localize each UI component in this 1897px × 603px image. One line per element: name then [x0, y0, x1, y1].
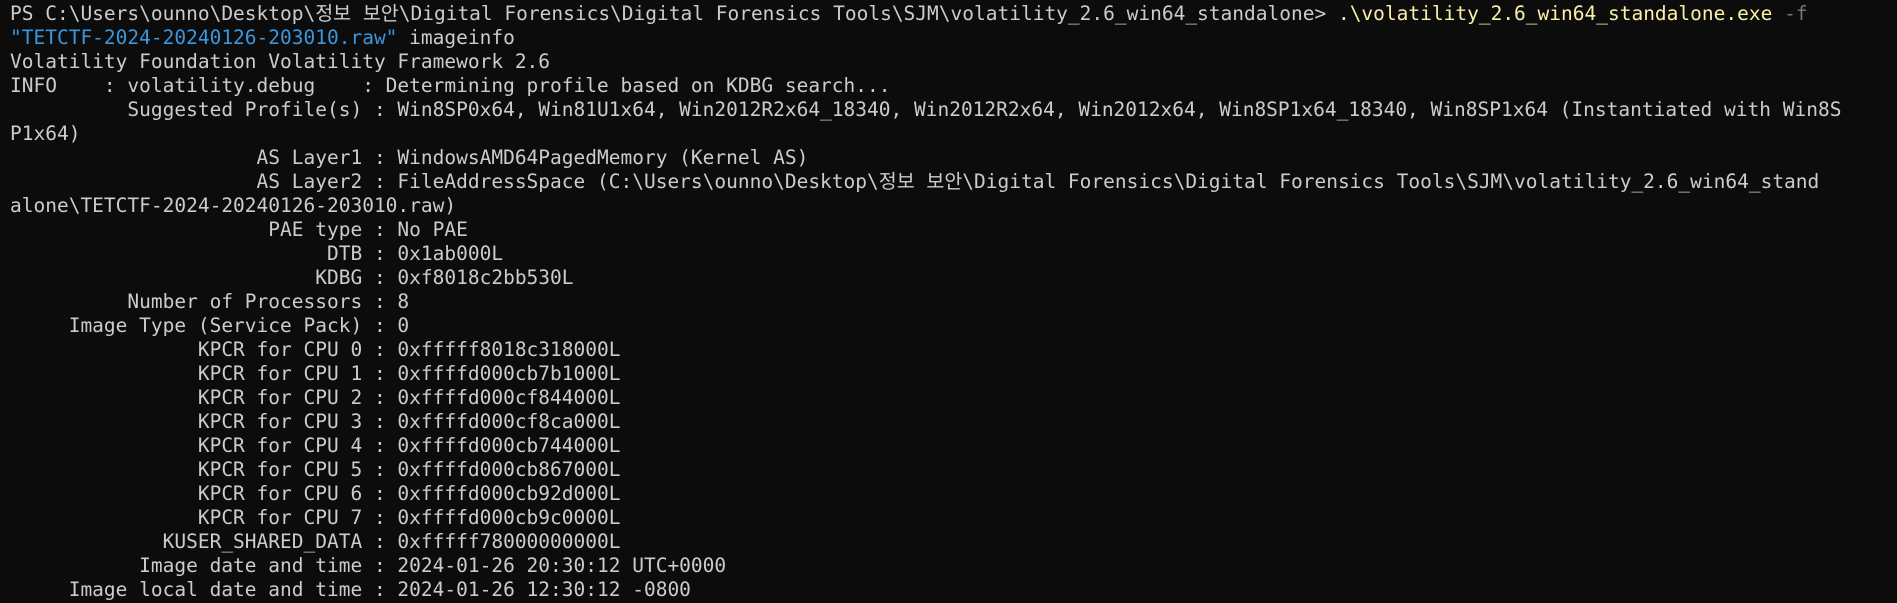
- output-line: KPCR for CPU 6 : 0xffffd000cb92d000L: [10, 482, 621, 505]
- output-line: INFO : volatility.debug : Determining pr…: [10, 74, 891, 97]
- output-line: alone\TETCTF-2024-20240126-203010.raw): [10, 194, 457, 217]
- command-plugin: imageinfo: [397, 26, 515, 49]
- output-line: Volatility Foundation Volatility Framewo…: [10, 50, 551, 73]
- output-line: KDBG : 0xf8018c2bb530L: [10, 266, 574, 289]
- output-line: AS Layer2 : FileAddressSpace (C:\Users\o…: [10, 170, 1820, 193]
- output-line: PAE type : No PAE: [10, 218, 468, 241]
- terminal-window[interactable]: PS C:\Users\ounno\Desktop\정보 보안\Digital …: [0, 0, 1897, 603]
- prompt-text: PS C:\Users\ounno\Desktop\정보 보안\Digital …: [10, 2, 1338, 25]
- output-line: P1x64): [10, 122, 81, 145]
- output-line: AS Layer1 : WindowsAMD64PagedMemory (Ker…: [10, 146, 809, 169]
- command-executable: .\volatility_2.6_win64_standalone.exe: [1337, 2, 1773, 25]
- output-line: KPCR for CPU 0 : 0xfffff8018c318000L: [10, 338, 621, 361]
- output-line: Image date and time : 2024-01-26 20:30:1…: [10, 554, 727, 577]
- output-line: KPCR for CPU 5 : 0xffffd000cb867000L: [10, 458, 621, 481]
- output-line: KPCR for CPU 3 : 0xffffd000cf8ca000L: [10, 410, 621, 433]
- output-line: KPCR for CPU 4 : 0xffffd000cb744000L: [10, 434, 621, 457]
- output-line: KPCR for CPU 1 : 0xffffd000cb7b1000L: [10, 362, 621, 385]
- output-line: KPCR for CPU 7 : 0xffffd000cb9c0000L: [10, 506, 621, 529]
- command-file-argument: "TETCTF-2024-20240126-203010.raw": [10, 26, 398, 49]
- output-line: Suggested Profile(s) : Win8SP0x64, Win81…: [10, 98, 1842, 121]
- output-line: KUSER_SHARED_DATA : 0xfffff78000000000L: [10, 530, 621, 553]
- command-line-continued: "TETCTF-2024-20240126-203010.raw" imagei…: [10, 26, 1897, 50]
- output-line: Image Type (Service Pack) : 0: [10, 314, 410, 337]
- output-line: DTB : 0x1ab000L: [10, 242, 504, 265]
- output-line: Number of Processors : 8: [10, 290, 410, 313]
- command-line: PS C:\Users\ounno\Desktop\정보 보안\Digital …: [10, 2, 1897, 26]
- command-flag: -f: [1772, 2, 1808, 25]
- command-output: Volatility Foundation Volatility Framewo…: [10, 50, 1897, 602]
- output-line: Image local date and time : 2024-01-26 1…: [10, 578, 691, 601]
- output-line: KPCR for CPU 2 : 0xffffd000cf844000L: [10, 386, 621, 409]
